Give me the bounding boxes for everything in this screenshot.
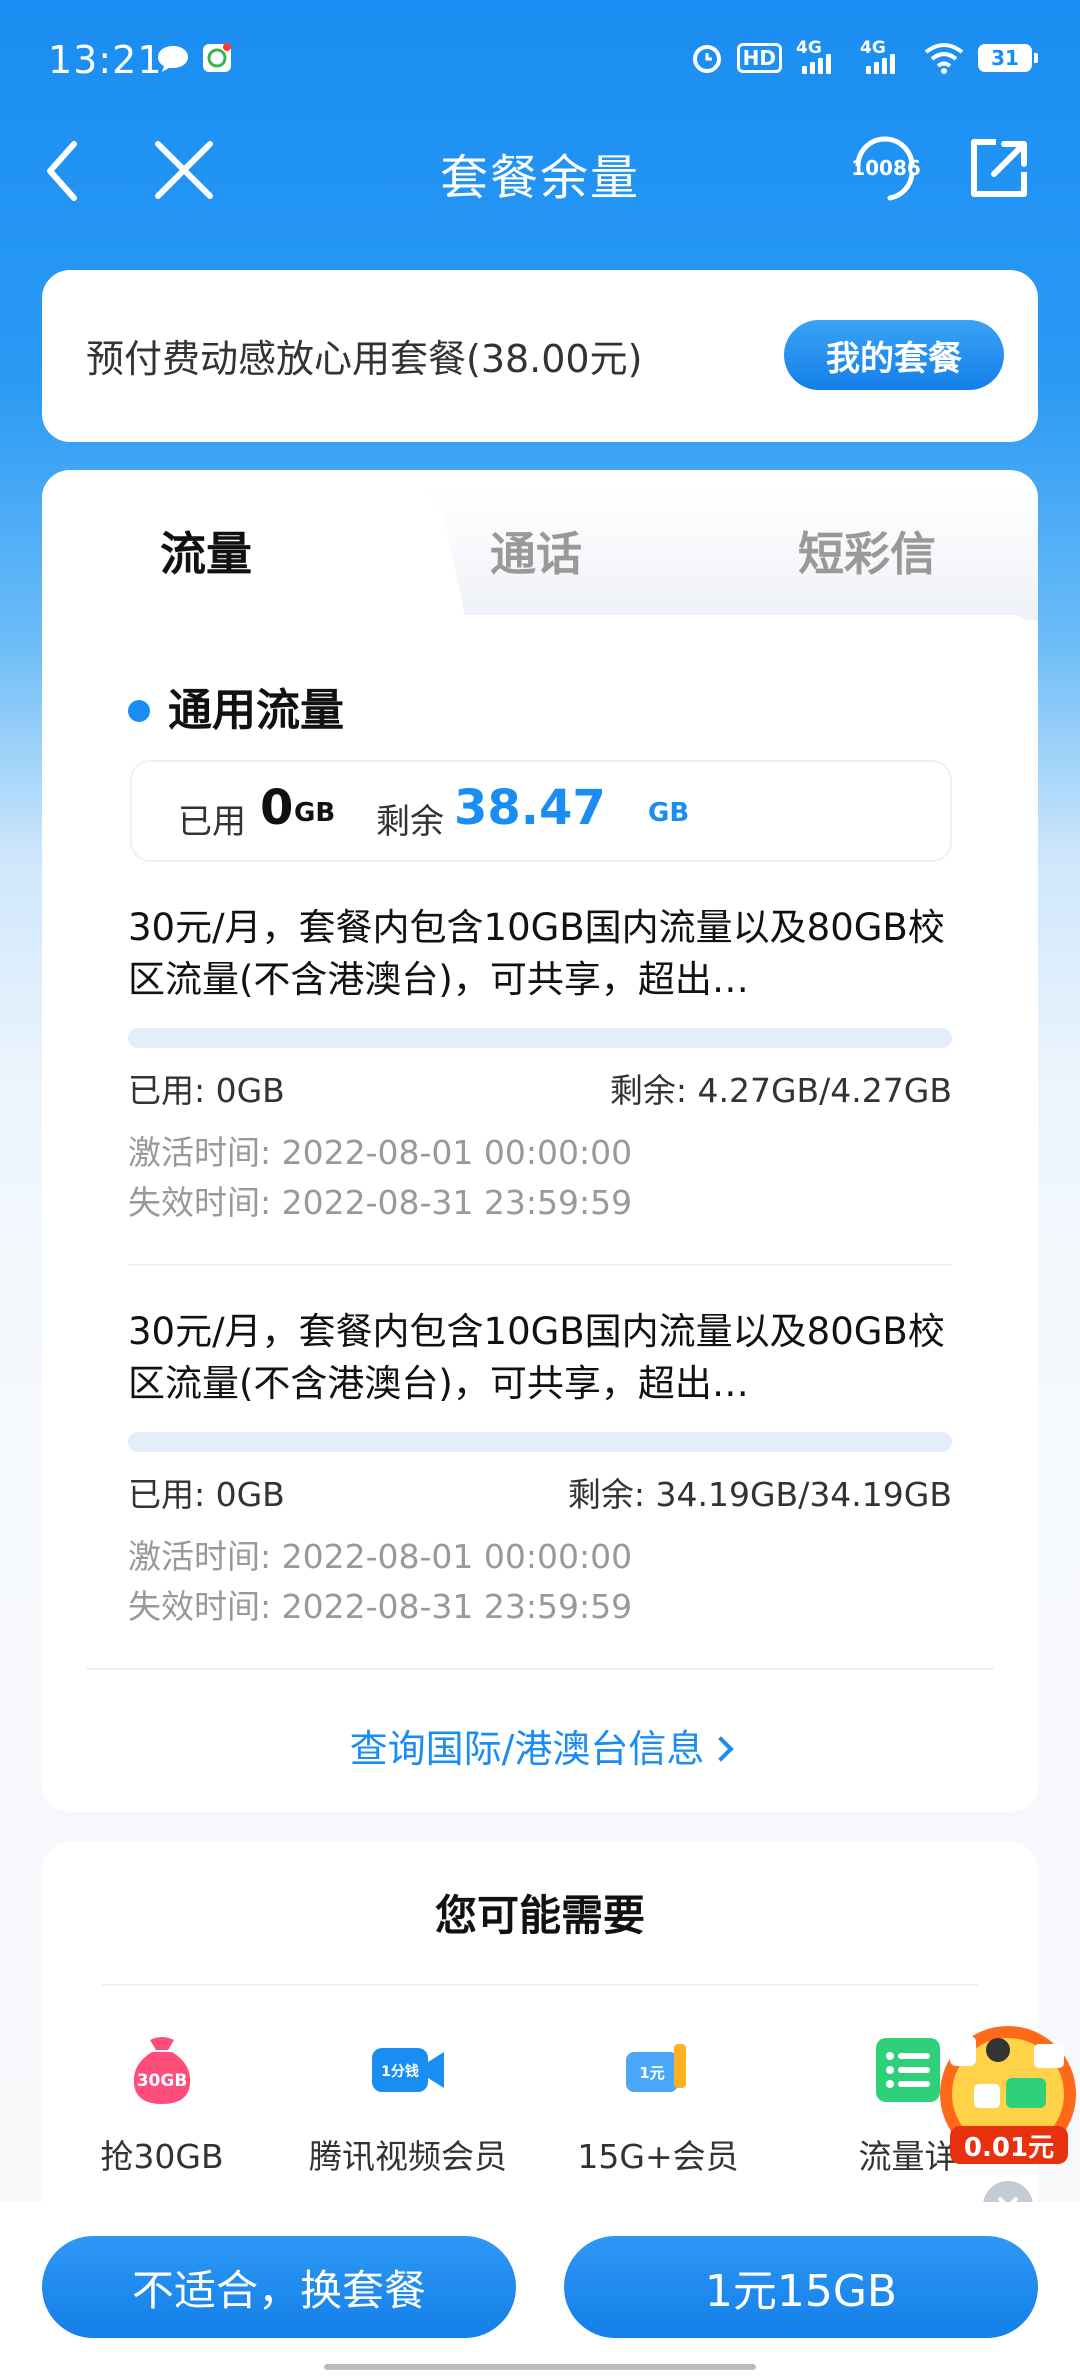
remaining-value: 38.47: [454, 780, 606, 836]
chevron-right-icon: [708, 1736, 735, 1762]
recommend-item[interactable]: 1分钱 腾讯视频会员: [298, 2030, 518, 2178]
wifi-icon: [924, 43, 964, 74]
expire-time: 失效时间: 2022-08-31 23:59:59: [128, 1183, 633, 1222]
used-unit: GB: [294, 798, 336, 828]
package-item[interactable]: 30元/月，套餐内包含10GB国内流量以及80GB校区流量(不含港澳台)，可共享…: [128, 902, 952, 1228]
recommend-title: 您可能需要: [434, 1891, 645, 1940]
plan-card: 预付费动感放心用套餐(38.00元) 我的套餐: [42, 270, 1038, 442]
bottom-bar: 不适合，换套餐 1元15GB: [0, 2202, 1080, 2376]
section-title: 通用流量: [168, 685, 344, 736]
ticket-icon: 1元: [618, 2030, 698, 2110]
battery-icon: 31: [978, 44, 1038, 72]
usage-card: 流量 通话 短彩信 通用流量 已用 0 GB 剩余 38.47 GB 30元/月…: [42, 470, 1038, 1812]
package-remaining: 剩余: 34.19GB/34.19GB: [567, 1475, 952, 1514]
signal-icon: 4G: [860, 38, 910, 76]
usage-summary: 已用 0 GB 剩余 38.47 GB: [130, 760, 952, 862]
promo-price[interactable]: 0.01元: [950, 2126, 1068, 2164]
remaining-label: 剩余: [376, 802, 444, 842]
home-indicator[interactable]: [324, 2364, 756, 2370]
intl-info-link[interactable]: 查询国际/港澳台信息: [42, 1718, 1038, 1773]
recommend-item[interactable]: 30GB 抢30GB: [52, 2030, 272, 2178]
app-notification-icon: [203, 43, 231, 72]
status-bar: 13:21 HD 4G 4G 31: [0, 0, 1080, 116]
buy-data-button[interactable]: 1元15GB: [564, 2236, 1038, 2338]
status-time: 13:21: [48, 38, 163, 82]
signal-icon: 4G: [796, 38, 846, 76]
remaining-unit: GB: [648, 798, 690, 828]
intl-info-label: 查询国际/港澳台信息: [349, 1727, 705, 1771]
activate-time: 激活时间: 2022-08-01 00:00:00: [128, 1133, 633, 1172]
package-remaining: 剩余: 4.27GB/4.27GB: [609, 1071, 952, 1110]
svg-text:1分钱: 1分钱: [381, 2063, 419, 2080]
activate-time: 激活时间: 2022-08-01 00:00:00: [128, 1537, 633, 1576]
package-used: 已用: 0GB: [128, 1475, 285, 1514]
section-dot: [128, 700, 150, 722]
hd-icon: HD: [736, 43, 782, 73]
recommend-item-label: 腾讯视频会员: [309, 2137, 507, 2176]
video-camera-icon: 1分钱: [368, 2030, 448, 2110]
package-progress-bar: [128, 1028, 952, 1048]
tab-data[interactable]: 流量: [160, 518, 252, 584]
recommend-item-label: 抢30GB: [100, 2137, 224, 2176]
recommend-item[interactable]: 1元 15G+会员: [548, 2030, 768, 2178]
tab-calls[interactable]: 通话: [490, 518, 582, 584]
divider: [102, 1984, 978, 1986]
tab-sms[interactable]: 短彩信: [798, 518, 936, 584]
expire-time: 失效时间: 2022-08-31 23:59:59: [128, 1587, 633, 1626]
nav-bar: 套餐余量 10086: [0, 116, 1080, 226]
alarm-icon: [692, 45, 721, 73]
my-plan-button[interactable]: 我的套餐: [784, 320, 1004, 390]
chat-bubble-icon: [158, 46, 188, 72]
package-description: 30元/月，套餐内包含10GB国内流量以及80GB校区流量(不含港澳台)，可共享…: [128, 1310, 945, 1405]
divider: [86, 1668, 994, 1670]
package-used: 已用: 0GB: [128, 1071, 285, 1110]
bag-icon: 30GB: [122, 2030, 202, 2110]
plan-name: 预付费动感放心用套餐(38.00元): [86, 337, 643, 381]
svg-text:1元: 1元: [639, 2064, 664, 2082]
used-value: 0: [260, 780, 294, 836]
recommend-item-label: 15G+会员: [577, 2137, 739, 2176]
package-progress-bar: [128, 1432, 952, 1452]
divider: [128, 1264, 952, 1266]
package-item[interactable]: 30元/月，套餐内包含10GB国内流量以及80GB校区流量(不含港澳台)，可共享…: [128, 1306, 952, 1632]
service-number[interactable]: 10086: [848, 156, 924, 180]
share-icon[interactable]: [966, 136, 1032, 202]
used-label: 已用: [178, 802, 246, 842]
package-description: 30元/月，套餐内包含10GB国内流量以及80GB校区流量(不含港澳台)，可共享…: [128, 906, 945, 1001]
change-plan-button[interactable]: 不适合，换套餐: [42, 2236, 516, 2338]
svg-text:30GB: 30GB: [137, 2071, 188, 2091]
status-indicators: HD 4G 4G 31: [691, 38, 1038, 78]
recommend-card: 您可能需要 30GB 抢30GB 1分钱 腾讯视频会员 1元 15G+会员 流量…: [42, 1842, 1038, 2222]
